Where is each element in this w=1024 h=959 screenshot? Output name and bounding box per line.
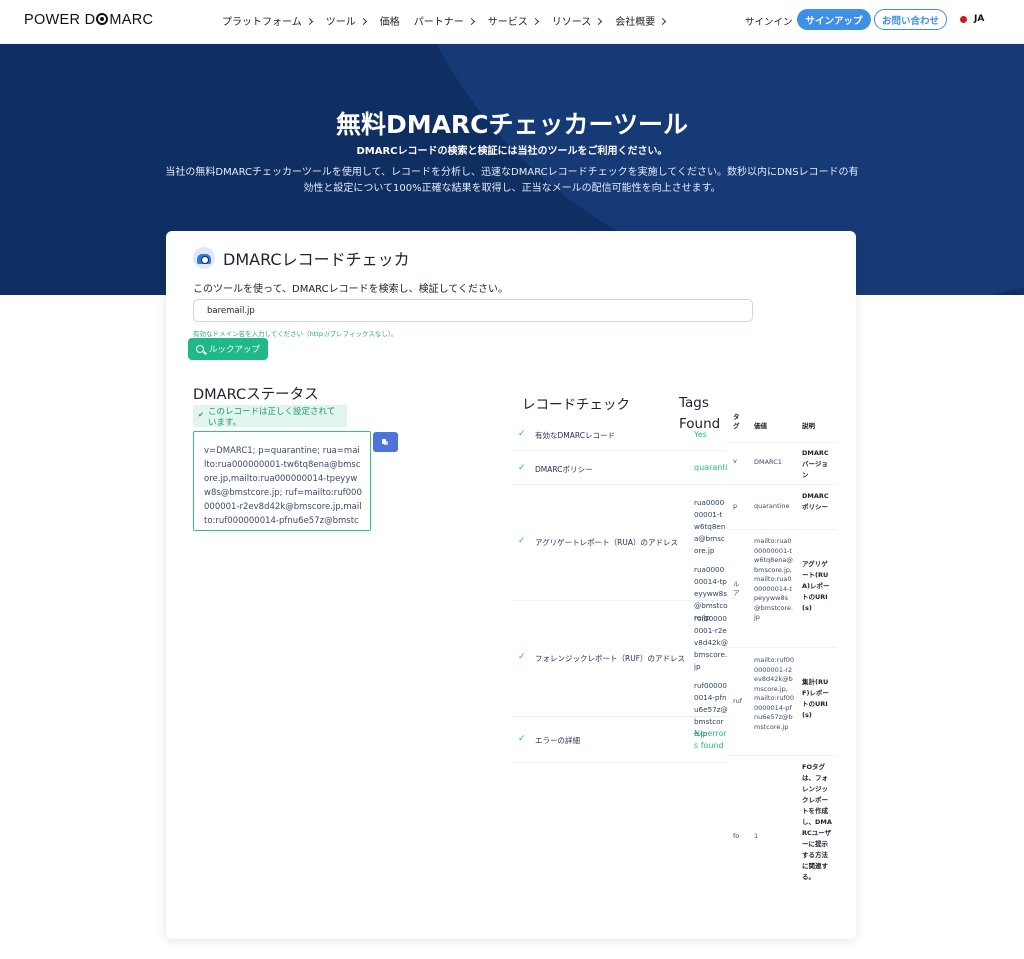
nav-item-services[interactable]: サービス [487,13,539,28]
column-description: 説明 [802,422,815,430]
status-badge-text: このレコードは正しく設定されています。 [208,407,336,428]
table-row: ruf mailto:ruf000000001-r2ev8d42k@bmscor… [727,648,837,756]
nav-item-tools[interactable]: ツール [325,13,367,28]
nav-label: ツール [325,17,356,28]
nav-label: パートナー [413,17,464,28]
tag-cell: fo [733,832,740,840]
record-check-heading: レコードチェック [522,397,630,413]
powerdmarc-logo[interactable]: POWER D MARC [24,12,153,28]
signin-link[interactable]: サインイン [745,14,793,28]
logo-o-icon [96,13,109,25]
value-cell: mailto:rua000000001-tw6tq8ena@bmscore.jp… [754,537,794,621]
nav-label: プラットフォーム [222,17,302,28]
search-icon [195,345,204,353]
status-badge: ✔ このレコードは正しく設定されています。 [193,405,347,428]
nav-label: リソース [551,17,592,28]
nav-item-company[interactable]: 会社概要 [615,13,667,28]
check-icon: ✓ [518,734,526,744]
value-cell: mailto:ruf000000001-r2ev8d42k@bmscore.jp… [754,656,794,731]
check-value: Yes [694,430,707,439]
nav-item-partners[interactable]: パートナー [413,13,475,28]
tag-cell: ルア [733,580,740,597]
copy-record-button[interactable] [373,432,398,452]
record-check-row: ✓ DMARCポリシー quarantine [512,451,728,485]
nav-item-pricing[interactable]: 価格 [380,13,400,28]
nav-label: サービス [487,17,528,28]
check-label: DMARCポリシー [535,465,593,474]
ruf-address: ruf000000001-r2ev8d42k@bmscore.jp [694,614,728,671]
hero-subtitle: DMARCレコードの検索と検証には当社のツールをご利用ください。 [356,146,668,157]
value-cell: DMARC1 [754,458,782,466]
check-value: No errors found [694,729,727,750]
check-icon: ✓ [518,536,526,546]
description-cell: DMARCポリシー [802,492,829,511]
dmarc-checker-card: DMARCレコードチェッカ このツールを使って、DMARCレコードを検索し、検証… [166,231,856,939]
tags-table-header: タグ 価値 説明 [727,407,837,443]
domain-hint: 有効なドメイン名を入力してください（http://プレフィックスなし）。 [193,330,398,338]
hero-description: 当社の無料DMARCチェッカーツールを使用して、レコードを分析し、迅速なDMAR… [165,167,859,194]
column-tag: タグ [733,413,740,430]
check-value: quarantine [694,463,728,472]
chevron-right-icon [305,17,313,25]
nav-label: 会社概要 [615,17,656,28]
lookup-button[interactable]: ルックアップ [188,338,268,360]
signup-button[interactable]: サインアップ [797,9,871,30]
nav-item-platform[interactable]: プラットフォーム [222,13,313,28]
description-cell: 集計(RUF)レポートのURI(s) [802,678,829,719]
table-row: ルア mailto:rua000000001-tw6tq8ena@bmscore… [727,530,837,648]
table-row: v DMARC1 DMARCバージョン [727,443,837,485]
description-cell: FOタグは、フォレンジックレポートを作成し、DMARCユーザーに提示する方法に関… [802,763,832,881]
chevron-right-icon [595,17,603,25]
check-icon: ✓ [518,429,526,439]
checker-title: DMARCレコードチェッカ [223,250,410,269]
rua-address: rua000000001-tw6tq8ena@bmscore.jp [694,498,726,555]
record-check-row: ✓ エラーの詳細 No errors found [512,717,727,763]
description-cell: アグリゲート(RUA)レポートのURI(s) [802,560,830,612]
chevron-right-icon [531,17,539,25]
value-cell: 1 [754,832,759,840]
contact-button[interactable]: お問い合わせ [874,9,947,30]
check-icon: ✓ [518,652,526,662]
check-icon: ✓ [518,463,526,473]
chevron-right-icon [359,17,367,25]
check-icon: ✔ [198,411,204,419]
tag-cell: p [733,502,738,510]
tag-cell: ruf [733,697,743,705]
nav-item-resources[interactable]: リソース [551,13,603,28]
chevron-right-icon [467,17,475,25]
domain-input[interactable]: baremail.jp [193,299,753,322]
check-label: アグリゲートレポート（RUA）のアドレス [535,538,678,547]
tag-cell: v [733,457,737,465]
nav-label: 価格 [379,17,400,28]
check-label: エラーの詳細 [535,736,580,745]
record-check-row: ✓ アグリゲートレポート（RUA）のアドレス rua000000001-tw6t… [512,485,728,622]
language-selector[interactable]: JA [960,14,984,24]
card-title-row: DMARCレコードチェッカ [193,246,410,270]
top-navigation: POWER D MARC プラットフォーム ツール 価格 パートナー サービス リ… [0,0,1024,44]
page-title: 無料DMARCチェッカーツール [335,110,689,139]
check-label: フォレンジックレポート（RUF）のアドレス [535,654,686,663]
table-row: p quarantine DMARCポリシー [727,485,837,530]
language-code: JA [974,14,985,24]
check-label: 有効なDMARCレコード [535,431,615,440]
japan-flag-icon [960,15,967,23]
description-cell: DMARCバージョン [802,449,829,479]
main-nav: プラットフォーム ツール 価格 パートナー サービス リソース 会社概要 [222,13,667,28]
checker-description: このツールを使って、DMARCレコードを検索し、検証してください。 [193,284,509,295]
lookup-label: ルックアップ [208,345,260,355]
chevron-right-icon [659,17,667,25]
column-value: 価値 [754,422,767,430]
record-check-row: ✓ 有効なDMARCレコード Yes [512,418,726,451]
dmarc-record-icon [193,247,215,269]
dmarc-record-text[interactable]: v=DMARC1; p=quarantine; rua=mailto:rua00… [193,431,371,531]
status-heading: DMARCステータス [193,387,319,403]
record-check-row: ✓ フォレンジックレポート（RUF）のアドレス ruf000000001-r2e… [512,601,728,738]
value-cell: quarantine [754,502,790,510]
table-row: fo 1 FOタグは、フォレンジックレポートを作成し、DMARCユーザーに提示す… [727,756,837,911]
